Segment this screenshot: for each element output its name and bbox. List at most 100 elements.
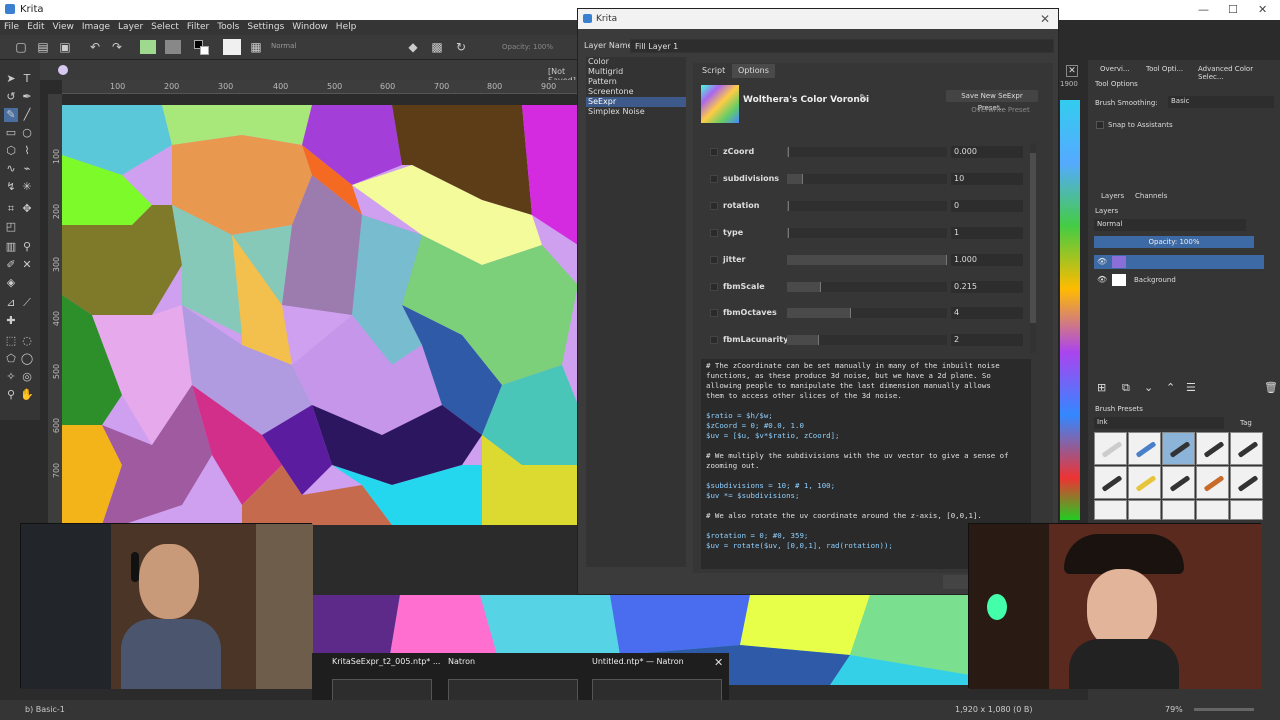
tab-advanced-color-selector[interactable]: Advanced Color Selec... <box>1198 65 1278 81</box>
param-value[interactable]: 2 <box>951 334 1023 346</box>
close-button[interactable]: ✕ <box>1258 3 1267 16</box>
param-slider[interactable] <box>787 228 947 238</box>
brush-preset[interactable] <box>1196 466 1229 499</box>
param-checkbox[interactable] <box>710 336 718 344</box>
save-preset-button[interactable]: Save New SeExpr Preset... <box>946 90 1038 112</box>
gradient-swatch[interactable] <box>140 40 156 54</box>
layer-properties-icon[interactable]: ☰ <box>1186 381 1196 394</box>
edit-shapes-tool-icon[interactable]: ↺ <box>4 90 18 104</box>
brush-preset[interactable] <box>1162 432 1195 465</box>
layer-name-input[interactable]: Fill Layer 1 <box>630 39 1054 53</box>
preset-thumbnail[interactable] <box>701 85 739 123</box>
opacity-slider[interactable]: Opacity: 100% <box>502 43 553 51</box>
brush-preset[interactable] <box>1128 466 1161 499</box>
generator-item-pattern[interactable]: Pattern <box>586 77 686 87</box>
freehand-path-tool-icon[interactable]: ⌁ <box>20 162 34 176</box>
save-icon[interactable]: ▣ <box>58 40 72 54</box>
brush-preset[interactable] <box>1128 500 1161 520</box>
background-color-swatch[interactable] <box>200 46 209 55</box>
reload-preset-icon[interactable]: ↻ <box>454 40 468 54</box>
tab-script[interactable]: Script <box>696 64 731 78</box>
snap-checkbox[interactable] <box>1096 121 1104 129</box>
layer-opacity-slider[interactable]: Opacity: 100% <box>1094 236 1254 248</box>
duplicate-layer-icon[interactable]: ⧉ <box>1122 381 1130 395</box>
tab-overview[interactable]: Overvi... <box>1100 65 1130 73</box>
bezier-tool-icon[interactable]: ∿ <box>4 162 18 176</box>
param-checkbox[interactable] <box>710 202 718 210</box>
zoom-tool-icon[interactable]: ⚲ <box>4 388 18 402</box>
brush-preset-icon[interactable] <box>223 39 241 55</box>
ellipse-tool-icon[interactable]: ○ <box>20 126 34 140</box>
text-tool-icon[interactable]: T <box>20 72 34 86</box>
redo-icon[interactable]: ↷ <box>110 40 124 54</box>
tab-layers[interactable]: Layers <box>1101 192 1124 200</box>
blend-mode-select[interactable]: Normal <box>268 41 398 53</box>
param-value[interactable]: 10 <box>951 173 1023 185</box>
param-slider[interactable] <box>787 335 947 345</box>
layer-blend-mode-select[interactable]: Normal <box>1094 219 1246 231</box>
brush-preset[interactable] <box>1196 500 1229 520</box>
eraser-mode-icon[interactable]: ◆ <box>406 40 420 54</box>
param-slider[interactable] <box>787 201 947 211</box>
param-slider[interactable] <box>787 147 947 157</box>
task-natron[interactable]: Natron <box>448 657 475 671</box>
layer-row-background[interactable]: 👁 Background <box>1094 273 1264 287</box>
menu-help[interactable]: Help <box>332 20 361 32</box>
params-scrollbar[interactable] <box>1030 143 1036 353</box>
task-untitled-natron[interactable]: Untitled.ntp* — Natron <box>592 657 684 671</box>
polyline-tool-icon[interactable]: ⌇ <box>20 144 34 158</box>
move-down-icon[interactable]: ⌄ <box>1144 381 1153 394</box>
assistant-tool-icon[interactable]: ⊿ <box>4 296 18 310</box>
params-scrollbar-thumb[interactable] <box>1030 153 1036 323</box>
brush-filter-select[interactable]: Ink <box>1094 417 1224 429</box>
param-checkbox[interactable] <box>710 148 718 156</box>
tab-options[interactable]: Options <box>732 64 775 78</box>
param-value[interactable]: 0 <box>951 200 1023 212</box>
add-layer-icon[interactable]: ⊞ <box>1097 381 1106 394</box>
brush-preset[interactable] <box>1230 500 1263 520</box>
rename-preset-icon[interactable]: ✎ <box>859 93 867 104</box>
colorize-mask-tool-icon[interactable]: ✐ <box>4 258 18 272</box>
param-value[interactable]: 1 <box>951 227 1023 239</box>
param-checkbox[interactable] <box>710 256 718 264</box>
status-zoom[interactable]: 79% <box>1165 705 1183 714</box>
generator-item-seexpr[interactable]: SeExpr <box>586 97 686 107</box>
new-document-icon[interactable]: ▢ <box>14 40 28 54</box>
measure-tool-icon[interactable]: ⟋ <box>20 296 34 310</box>
param-checkbox[interactable] <box>710 175 718 183</box>
rect-select-tool-icon[interactable]: ⬚ <box>4 334 18 348</box>
menu-settings[interactable]: Settings <box>243 20 288 32</box>
brush-preset[interactable] <box>1230 432 1263 465</box>
move-up-icon[interactable]: ⌃ <box>1166 381 1175 394</box>
tab-tool-options[interactable]: Tool Opti... <box>1146 65 1183 73</box>
visibility-eye-icon[interactable]: 👁 <box>1097 257 1107 266</box>
zoom-slider[interactable] <box>1194 708 1254 711</box>
polygon-select-tool-icon[interactable]: ⬠ <box>4 352 18 366</box>
brush-preset[interactable] <box>1162 466 1195 499</box>
similar-select-tool-icon[interactable]: ◎ <box>20 370 34 384</box>
grid-icon[interactable]: ▦ <box>249 40 263 54</box>
tag-label[interactable]: Tag <box>1240 419 1252 427</box>
param-checkbox[interactable] <box>710 229 718 237</box>
generator-item-screentone[interactable]: Screentone <box>586 87 686 97</box>
freehand-select-tool-icon[interactable]: ◯ <box>20 352 34 366</box>
menu-file[interactable]: File <box>0 20 23 32</box>
param-checkbox[interactable] <box>710 309 718 317</box>
multibrush-tool-icon[interactable]: ✳ <box>20 180 34 194</box>
alpha-lock-icon[interactable]: ▩ <box>430 40 444 54</box>
rectangle-tool-icon[interactable]: ▭ <box>4 126 18 140</box>
param-value[interactable]: 0.215 <box>951 281 1023 293</box>
menu-select[interactable]: Select <box>147 20 183 32</box>
contiguous-select-tool-icon[interactable]: ✧ <box>4 370 18 384</box>
reference-tool-icon[interactable]: ✚ <box>4 314 18 328</box>
gradient-tool-icon[interactable]: ▥ <box>4 240 18 254</box>
brush-smoothing-select[interactable]: Basic <box>1168 96 1274 108</box>
pan-tool-icon[interactable]: ✋ <box>20 388 34 402</box>
param-slider[interactable] <box>787 308 947 318</box>
param-slider[interactable] <box>787 255 947 265</box>
param-slider[interactable] <box>787 174 947 184</box>
transform-tool-icon[interactable]: ◰ <box>4 220 18 234</box>
menu-filter[interactable]: Filter <box>183 20 213 32</box>
smart-patch-tool-icon[interactable]: ✕ <box>20 258 34 272</box>
menu-image[interactable]: Image <box>78 20 114 32</box>
